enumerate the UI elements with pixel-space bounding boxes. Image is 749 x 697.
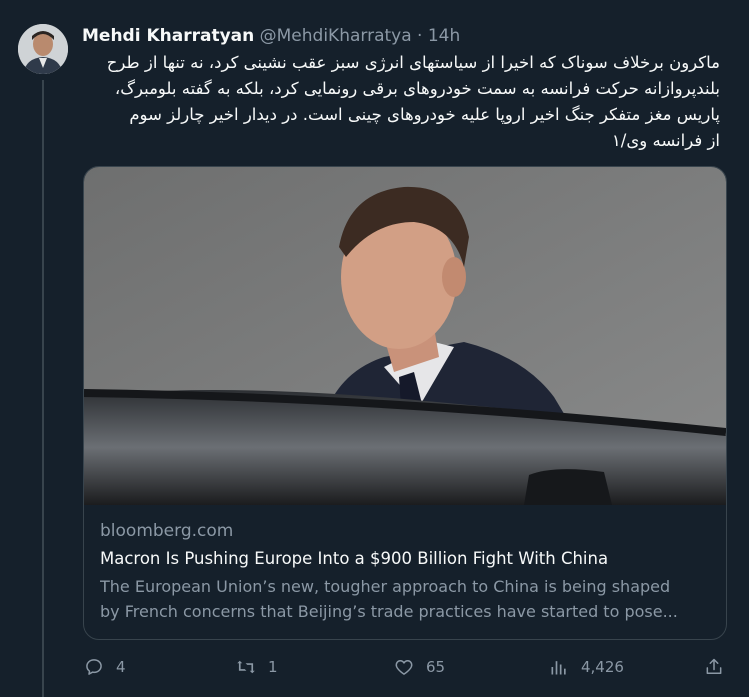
views-button[interactable]: 4,426 <box>549 655 624 679</box>
share-icon <box>706 658 722 674</box>
heart-icon <box>395 660 413 675</box>
tweet-text-line: بلندپروازانه حرکت فرانسه به سمت خودروهای… <box>114 79 720 98</box>
tweet-text-line: پاریس مغز متفکر جنگ اخیر اروپا علیه خودر… <box>129 105 720 124</box>
avatar[interactable] <box>18 24 68 74</box>
tweet-header: Mehdi Kharratyan @MehdiKharratya · 14h <box>82 26 460 46</box>
card-description-line: by French concerns that Beijing’s trade … <box>100 602 678 621</box>
tweet-text-line: ماکرون برخلاف سوناک که اخیرا از سیاستهای… <box>106 53 720 72</box>
retweet-count: 1 <box>268 658 278 676</box>
tweet-text: ماکرون برخلاف سوناک که اخیرا از سیاستهای… <box>94 50 720 154</box>
article-photo[interactable] <box>84 167 726 505</box>
reply-icon <box>86 659 102 675</box>
share-button[interactable] <box>704 655 724 679</box>
card-title: Macron Is Pushing Europe Into a $900 Bil… <box>100 549 609 568</box>
retweet-icon <box>237 660 255 674</box>
reply-count: 4 <box>116 658 126 676</box>
view-count: 4,426 <box>581 658 624 676</box>
card-description-line: The European Union’s new, tougher approa… <box>100 577 671 596</box>
thread-line <box>42 80 44 697</box>
tweet-text-line: از فرانسه وی/۱ <box>611 131 720 150</box>
card-domain: bloomberg.com <box>100 521 234 541</box>
avatar-photo <box>18 24 68 74</box>
author-handle[interactable]: @MehdiKharratya <box>260 26 412 46</box>
card-description: The European Union’s new, tougher approa… <box>100 574 712 624</box>
tweet-time[interactable]: 14h <box>428 26 460 46</box>
author-name[interactable]: Mehdi Kharratyan <box>82 26 254 46</box>
like-count: 65 <box>426 658 446 676</box>
separator-dot: · <box>417 26 423 46</box>
reply-button[interactable]: 4 <box>84 655 126 679</box>
link-preview-card[interactable]: bloomberg.com Macron Is Pushing Europe I… <box>83 166 727 640</box>
retweet-button[interactable]: 1 <box>236 655 278 679</box>
analytics-icon <box>551 661 566 675</box>
like-button[interactable]: 65 <box>394 655 445 679</box>
